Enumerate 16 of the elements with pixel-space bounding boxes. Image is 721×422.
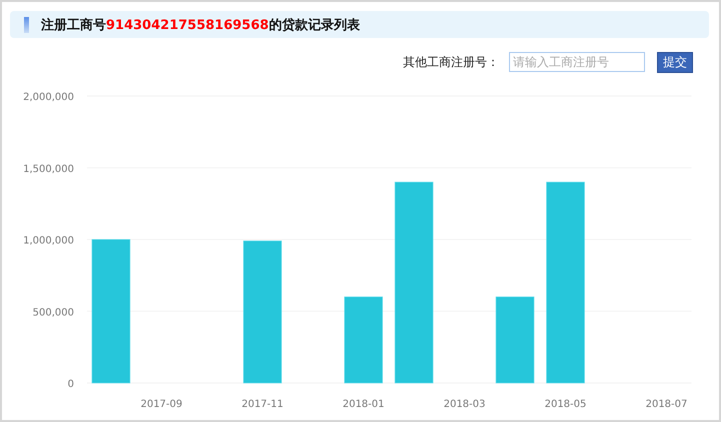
search-label: 其他工商注册号： xyxy=(403,54,499,70)
registration-number-field[interactable]: 请输入工商注册号 xyxy=(509,52,645,72)
x-axis-label: 2017-11 xyxy=(242,399,284,410)
header-marker-icon xyxy=(24,16,29,32)
y-axis-label: 1,000,000 xyxy=(23,236,74,246)
submit-button[interactable]: 提交 xyxy=(657,52,693,72)
y-axis-label: 500,000 xyxy=(32,307,74,318)
x-axis-label: 2018-07 xyxy=(646,399,688,410)
y-axis-label: 2,000,000 xyxy=(23,92,74,103)
x-axis-label: 2017-09 xyxy=(140,399,182,410)
page-title: 注册工商号914304217558169568的贷款记录列表 xyxy=(41,16,360,34)
y-axis-label: 1,500,000 xyxy=(23,164,74,175)
x-axis-label: 2018-03 xyxy=(444,399,486,410)
x-axis-label: 2018-01 xyxy=(342,399,384,410)
x-axis-label: 2018-05 xyxy=(544,399,586,410)
y-axis-label: 0 xyxy=(68,379,74,390)
